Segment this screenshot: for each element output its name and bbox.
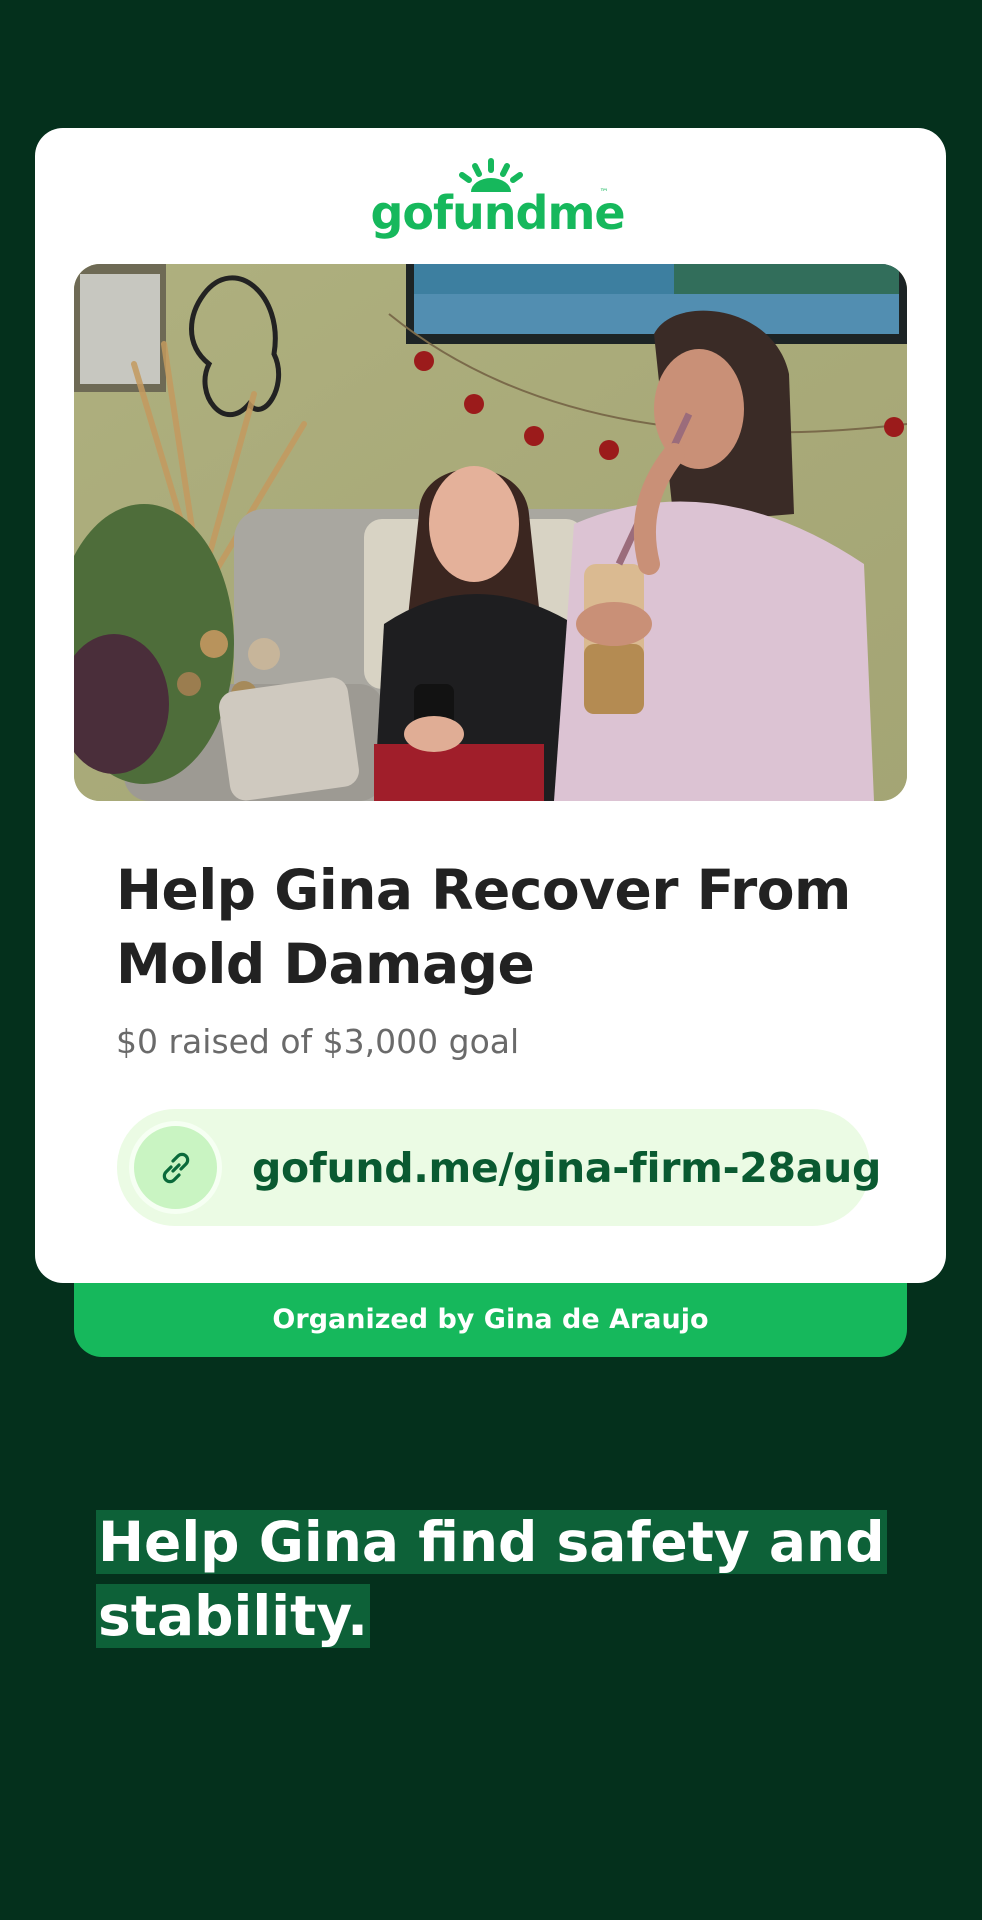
logo-text: gofundme xyxy=(370,186,626,240)
caption-line-2: stability. xyxy=(96,1584,371,1648)
trademark-mark: ™ xyxy=(599,188,609,198)
organizer-text: Organized by Gina de Araujo xyxy=(272,1304,709,1335)
campaign-card[interactable]: gofundme ™ Help Gina Recover From Mold D… xyxy=(35,128,946,1283)
caption-line-1: Help Gina find safety and xyxy=(96,1510,887,1574)
link-icon xyxy=(129,1121,222,1214)
caption-text: Help Gina find safety and stability. xyxy=(96,1505,896,1653)
campaign-link[interactable]: gofund.me/gina-firm-28aug xyxy=(252,1143,881,1193)
share-link-button[interactable]: gofund.me/gina-firm-28aug xyxy=(117,1109,881,1226)
campaign-title: Help Gina Recover From Mold Damage xyxy=(116,858,851,996)
gofundme-logo: gofundme ™ xyxy=(35,158,946,238)
raised-progress-text: $0 raised of $3,000 goal xyxy=(116,1022,520,1061)
campaign-photo xyxy=(74,264,907,801)
